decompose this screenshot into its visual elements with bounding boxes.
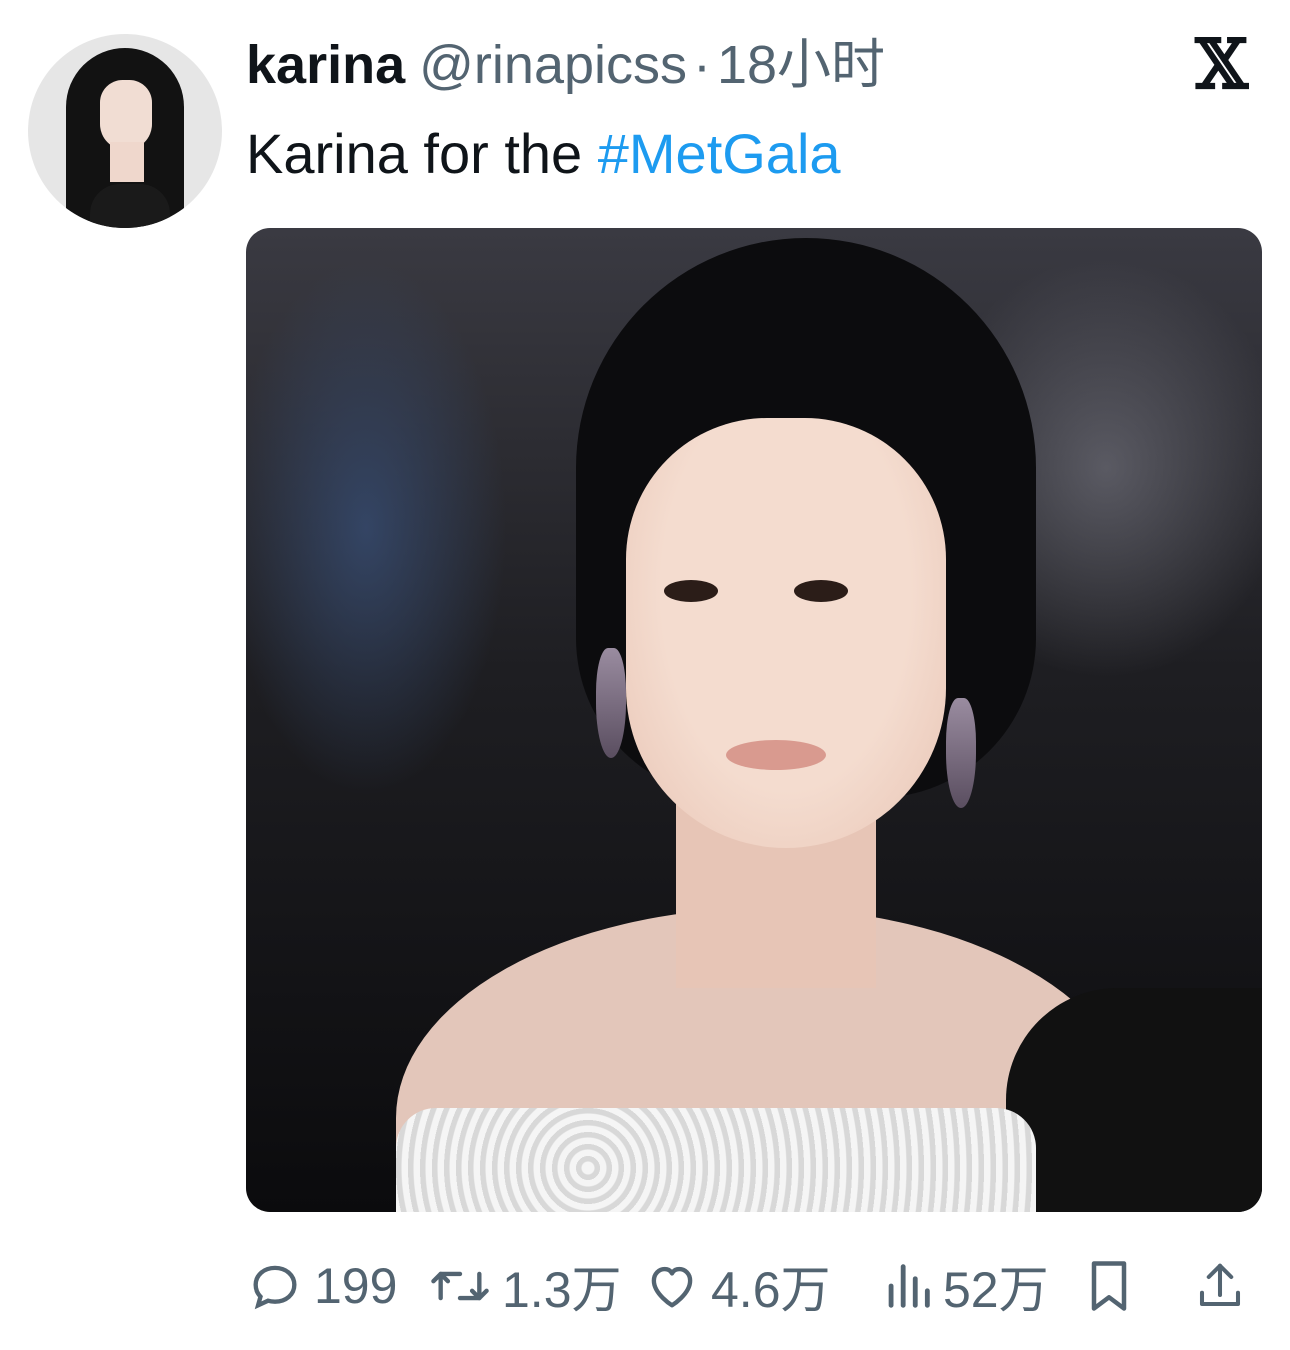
retweet-icon (431, 1271, 489, 1301)
reply-button[interactable]: 199 (246, 1257, 428, 1315)
hashtag-link[interactable]: #MetGala (598, 122, 841, 185)
retweet-button[interactable]: 1.3万 (428, 1250, 643, 1322)
views-count: 52万 (943, 1262, 1049, 1318)
bookmark-icon (1091, 1261, 1127, 1311)
user-handle[interactable]: @rinapicss (419, 30, 687, 100)
photo-eye-right (794, 580, 848, 602)
reply-count: 199 (314, 1258, 398, 1314)
photo-cape (1006, 988, 1262, 1212)
avatar-face (100, 80, 152, 150)
avatar-top (90, 184, 170, 228)
photo-eye-left (664, 580, 718, 602)
retweet-count: 1.3万 (502, 1262, 622, 1318)
separator: · (693, 35, 711, 95)
like-count: 4.6万 (711, 1262, 831, 1318)
photo-lips (726, 740, 826, 770)
photo-face (626, 418, 946, 848)
photo-earring-left (596, 648, 626, 758)
photo-earring-right (946, 698, 976, 808)
tweet-header: karina @rinapicss · 18小时 (246, 30, 885, 100)
reply-icon (253, 1265, 297, 1310)
bookmark-button[interactable] (1083, 1256, 1193, 1316)
action-bar: 199 1.3万 4.6万 52万 (246, 1248, 1286, 1324)
avatar-neck (110, 142, 144, 182)
photo-dress (396, 1108, 1036, 1212)
tweet-text: Karina for the #MetGala (246, 118, 841, 190)
views-icon (888, 1264, 930, 1308)
x-logo-icon: 𝕏 (1195, 25, 1248, 105)
heart-icon (651, 1266, 693, 1308)
like-button[interactable]: 4.6万 (643, 1250, 883, 1322)
display-name[interactable]: karina (246, 30, 405, 100)
timestamp[interactable]: 18小时 (717, 30, 885, 100)
avatar[interactable] (28, 34, 222, 228)
tweet-text-plain: Karina for the (246, 122, 598, 185)
tweet-photo[interactable] (246, 228, 1262, 1212)
views-button[interactable]: 52万 (883, 1250, 1083, 1322)
share-button[interactable] (1193, 1256, 1263, 1316)
share-icon (1199, 1263, 1241, 1307)
